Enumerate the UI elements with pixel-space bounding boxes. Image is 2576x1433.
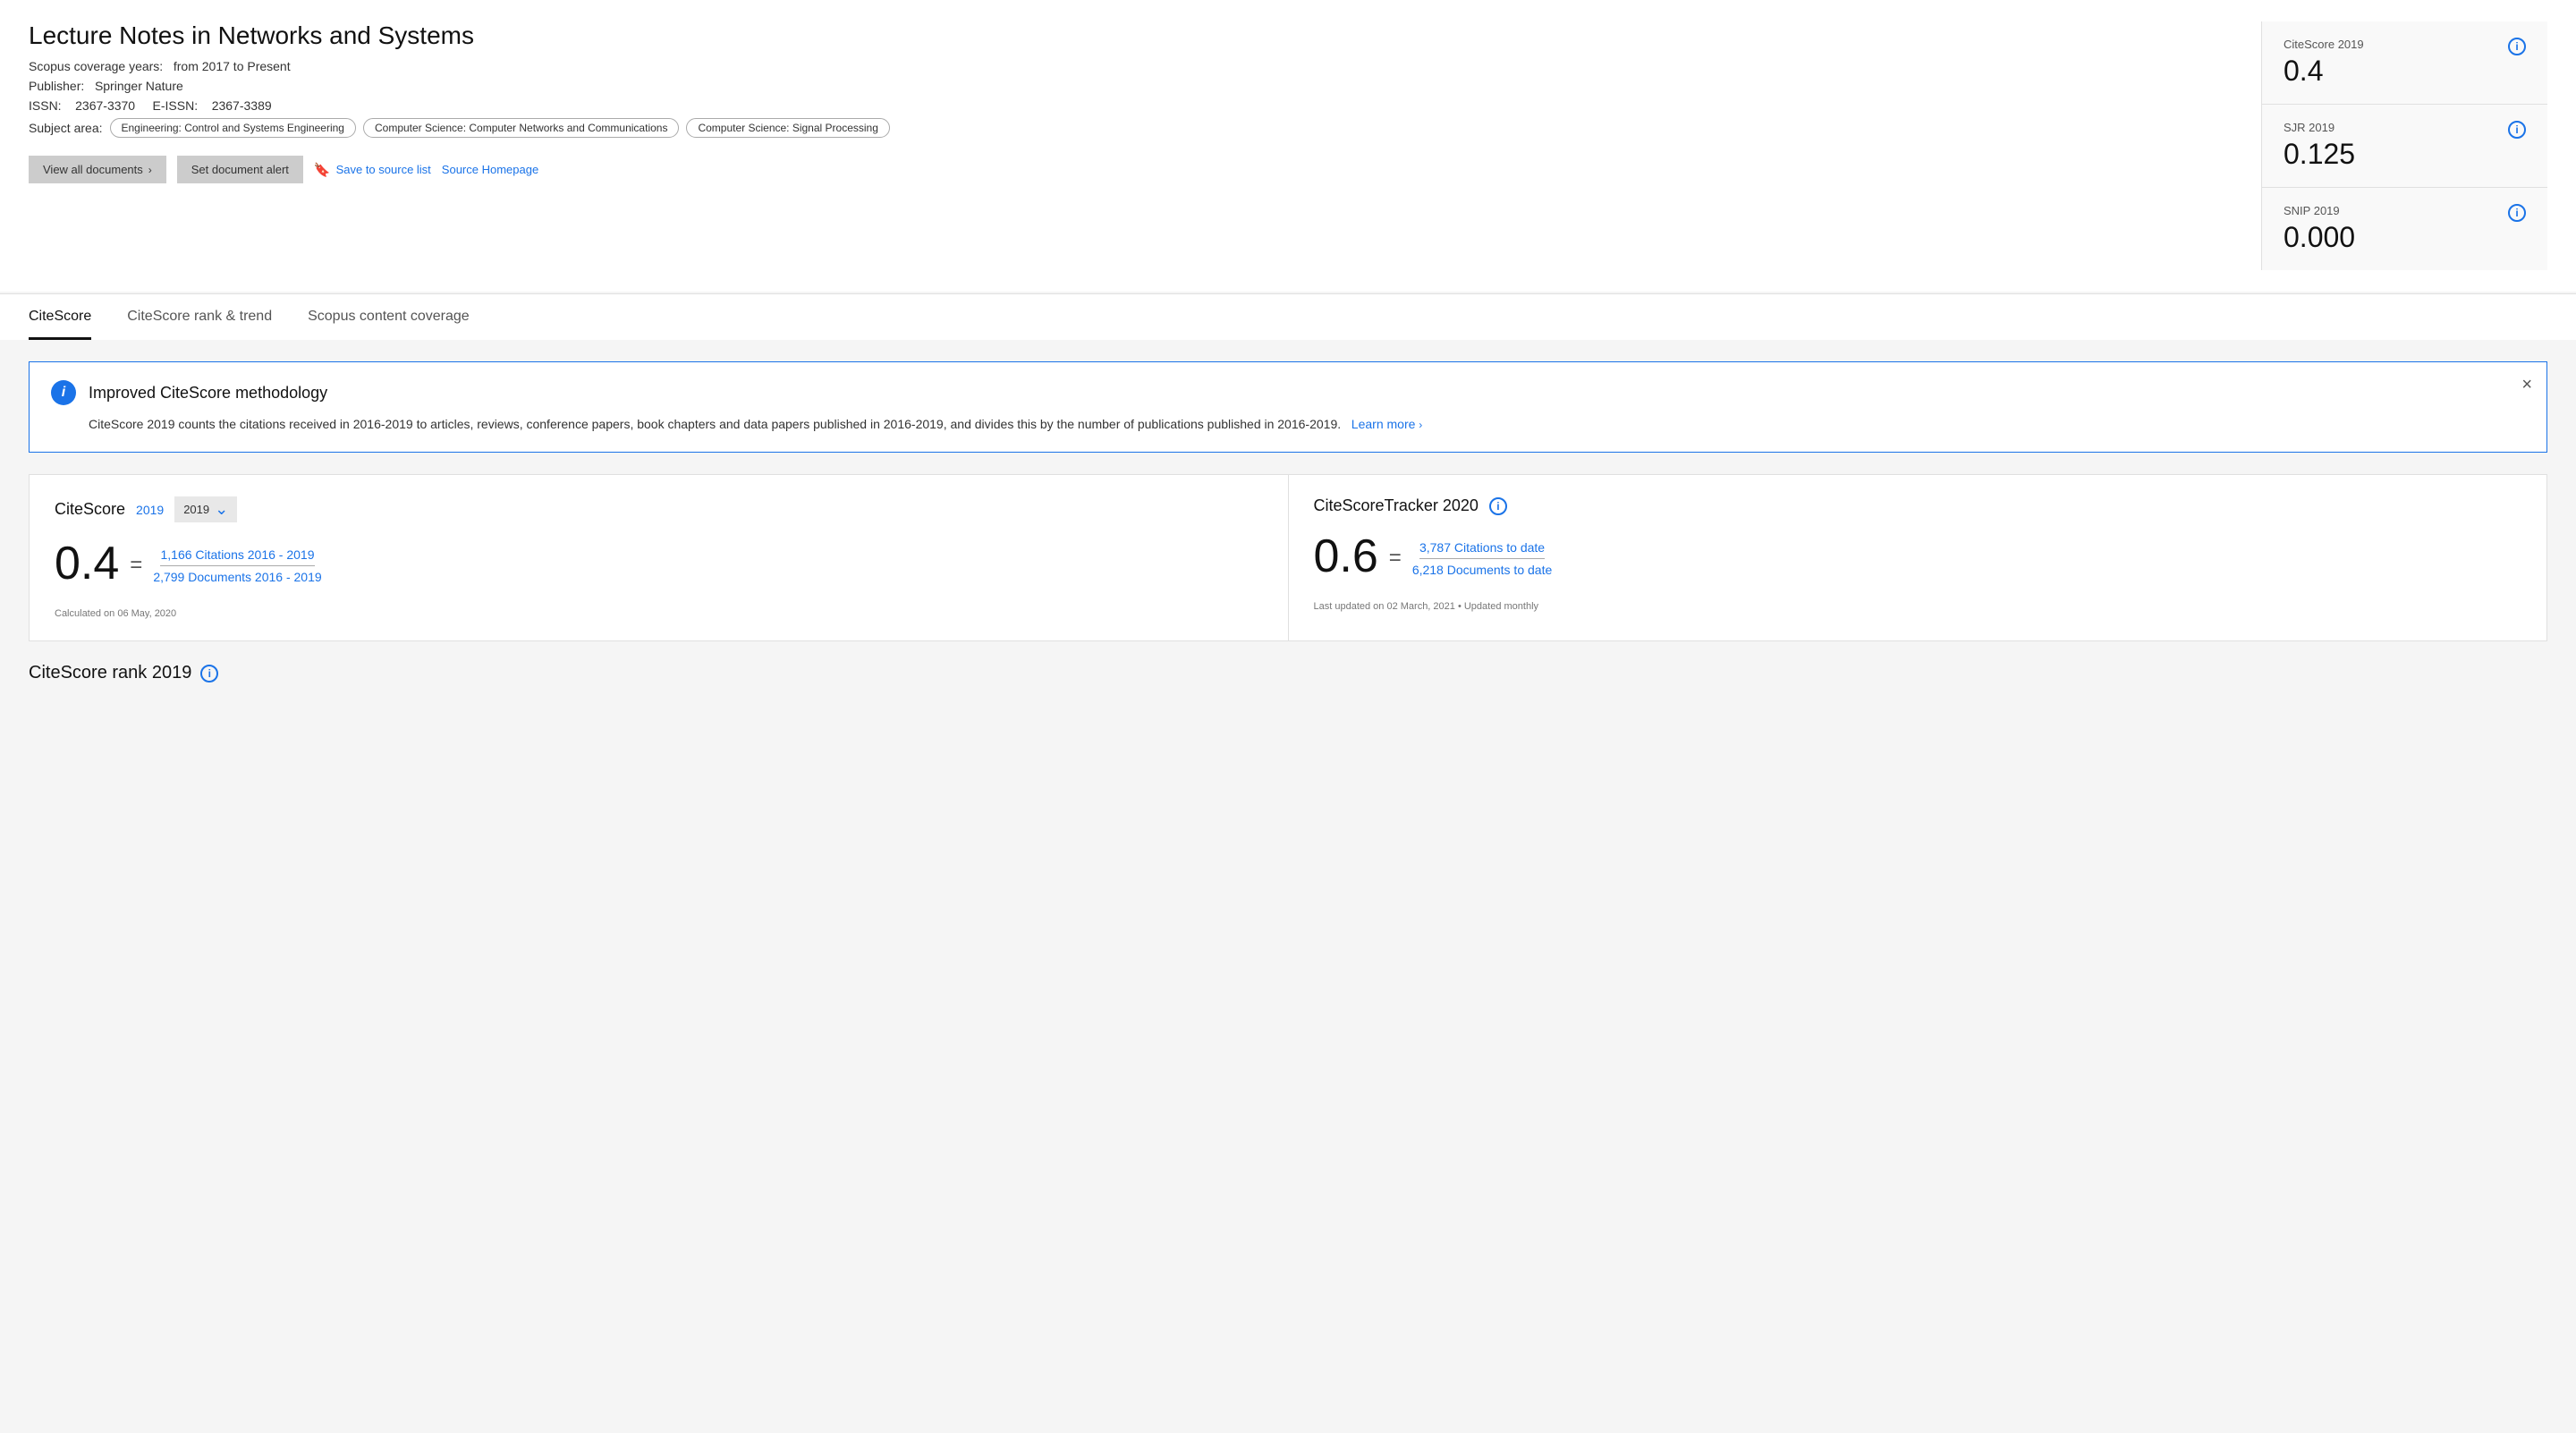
tracker-fraction: 3,787 Citations to date 6,218 Documents … [1412,540,1552,577]
coverage-years: from 2017 to Present [174,59,291,73]
publisher-label: Publisher: [29,79,84,93]
tabs-bar: CiteScore CiteScore rank & trend Scopus … [0,293,2576,340]
eissn-label: E-ISSN: [153,98,199,113]
snip-metric-info: SNIP 2019 0.000 [2284,204,2355,254]
source-homepage-label: Source Homepage [442,163,538,176]
save-to-source-label: Save to source list [336,163,431,176]
citescore-metric-info: CiteScore 2019 0.4 [2284,38,2364,88]
sjr-info-icon[interactable]: i [2508,121,2526,139]
sjr-metric-card: SJR 2019 0.125 i [2262,105,2547,188]
banner-info-icon: i [51,380,76,405]
score-cards-row: CiteScore 2019 2019 ⌄ 0.4 = 1,166 Citati… [29,474,2547,641]
subject-tag-0[interactable]: Engineering: Control and Systems Enginee… [110,118,356,138]
snip-metric-label: SNIP 2019 [2284,204,2355,217]
content-area: × i Improved CiteScore methodology CiteS… [0,340,2576,705]
tracker-footnote: Last updated on 02 March, 2021 • Updated… [1314,601,2522,612]
issn-line: ISSN: 2367-3370 E-ISSN: 2367-3389 [29,98,2233,113]
citescore-footnote: Calculated on 06 May, 2020 [55,608,1263,619]
tracker-documents[interactable]: 6,218 Documents to date [1412,559,1552,577]
subject-tag-2[interactable]: Computer Science: Signal Processing [686,118,889,138]
banner-body: CiteScore 2019 counts the citations rece… [51,414,2525,434]
coverage-line: Scopus coverage years: from 2017 to Pres… [29,59,2233,73]
citescore-year-badge: 2019 [136,503,164,517]
metrics-panel: CiteScore 2019 0.4 i SJR 2019 0.125 i SN… [2261,21,2547,270]
tab-citescore-rank[interactable]: CiteScore rank & trend [127,294,272,340]
tracker-info-icon[interactable]: i [1489,497,1507,515]
citescore-year-selector[interactable]: 2019 ⌄ [174,496,237,522]
subject-label: Subject area: [29,121,103,135]
tracker-card-title: CiteScoreTracker 2020 i [1314,496,2522,515]
view-all-docs-button[interactable]: View all documents › [29,156,166,183]
tracker-equals-sign: = [1389,546,1402,571]
citescore-documents[interactable]: 2,799 Documents 2016 - 2019 [153,566,321,584]
banner-text: CiteScore 2019 counts the citations rece… [89,417,1341,431]
dropdown-arrow-icon: ⌄ [215,500,228,519]
citescore-card: CiteScore 2019 2019 ⌄ 0.4 = 1,166 Citati… [29,474,1289,641]
subject-tag-1[interactable]: Computer Science: Computer Networks and … [363,118,679,138]
top-section: Lecture Notes in Networks and Systems Sc… [0,0,2576,292]
arrow-icon: › [1419,419,1422,431]
banner-header: i Improved CiteScore methodology [51,380,2525,405]
info-banner: × i Improved CiteScore methodology CiteS… [29,361,2547,453]
tracker-citations[interactable]: 3,787 Citations to date [1419,540,1545,559]
citescore-rank-label: CiteScore rank 2019 [29,663,191,683]
citescore-formula: 0.4 = 1,166 Citations 2016 - 2019 2,799 … [55,537,1263,594]
citescore-card-title: CiteScore 2019 2019 ⌄ [55,496,1263,522]
snip-metric-value: 0.000 [2284,221,2355,254]
save-to-source-button[interactable]: 🔖 Save to source list [314,162,431,178]
page-title: Lecture Notes in Networks and Systems [29,21,2233,50]
publisher-line: Publisher: Springer Nature [29,79,2233,93]
tab-citescore[interactable]: CiteScore [29,294,91,340]
view-all-docs-label: View all documents [43,163,143,176]
citescore-citations[interactable]: 1,166 Citations 2016 - 2019 [160,547,314,566]
citescore-year-selector-label: 2019 [183,503,209,516]
tracker-main-value: 0.6 [1314,530,1378,583]
sjr-metric-value: 0.125 [2284,138,2355,171]
banner-title: Improved CiteScore methodology [89,384,327,403]
eissn-value: 2367-3389 [212,98,272,113]
source-homepage-link[interactable]: Source Homepage [442,163,538,176]
snip-metric-card: SNIP 2019 0.000 i [2262,188,2547,270]
subject-area-line: Subject area: Engineering: Control and S… [29,118,2233,138]
snip-info-icon[interactable]: i [2508,204,2526,222]
chevron-right-icon: › [148,164,152,176]
citescore-metric-label: CiteScore 2019 [2284,38,2364,51]
tracker-label: CiteScoreTracker 2020 [1314,496,1479,515]
equals-sign: = [130,553,142,578]
sjr-metric-label: SJR 2019 [2284,121,2355,134]
citescore-info-icon[interactable]: i [2508,38,2526,55]
publisher-value: Springer Nature [95,79,183,93]
banner-close-button[interactable]: × [2521,375,2532,395]
citescore-metric-card: CiteScore 2019 0.4 i [2262,21,2547,105]
tracker-formula: 0.6 = 3,787 Citations to date 6,218 Docu… [1314,530,2522,587]
action-buttons: View all documents › Set document alert … [29,156,2233,183]
citescore-metric-value: 0.4 [2284,55,2364,88]
tracker-card: CiteScoreTracker 2020 i 0.6 = 3,787 Cita… [1289,474,2548,641]
issn-label: ISSN: [29,98,62,113]
issn-value: 2367-3370 [75,98,135,113]
set-alert-button[interactable]: Set document alert [177,156,303,183]
learn-more-label: Learn more [1352,417,1416,431]
rank-info-icon[interactable]: i [200,665,218,683]
citescore-rank-section: CiteScore rank 2019 i [29,663,2547,683]
main-info: Lecture Notes in Networks and Systems Sc… [29,21,2261,270]
citescore-main-value: 0.4 [55,537,119,590]
citescore-card-label: CiteScore [55,500,125,519]
citescore-fraction: 1,166 Citations 2016 - 2019 2,799 Docume… [153,547,321,584]
learn-more-link[interactable]: Learn more › [1352,417,1422,431]
coverage-label: Scopus coverage years: [29,59,163,73]
set-alert-label: Set document alert [191,163,289,176]
bookmark-icon: 🔖 [314,162,331,178]
tab-scopus-content[interactable]: Scopus content coverage [308,294,470,340]
sjr-metric-info: SJR 2019 0.125 [2284,121,2355,171]
